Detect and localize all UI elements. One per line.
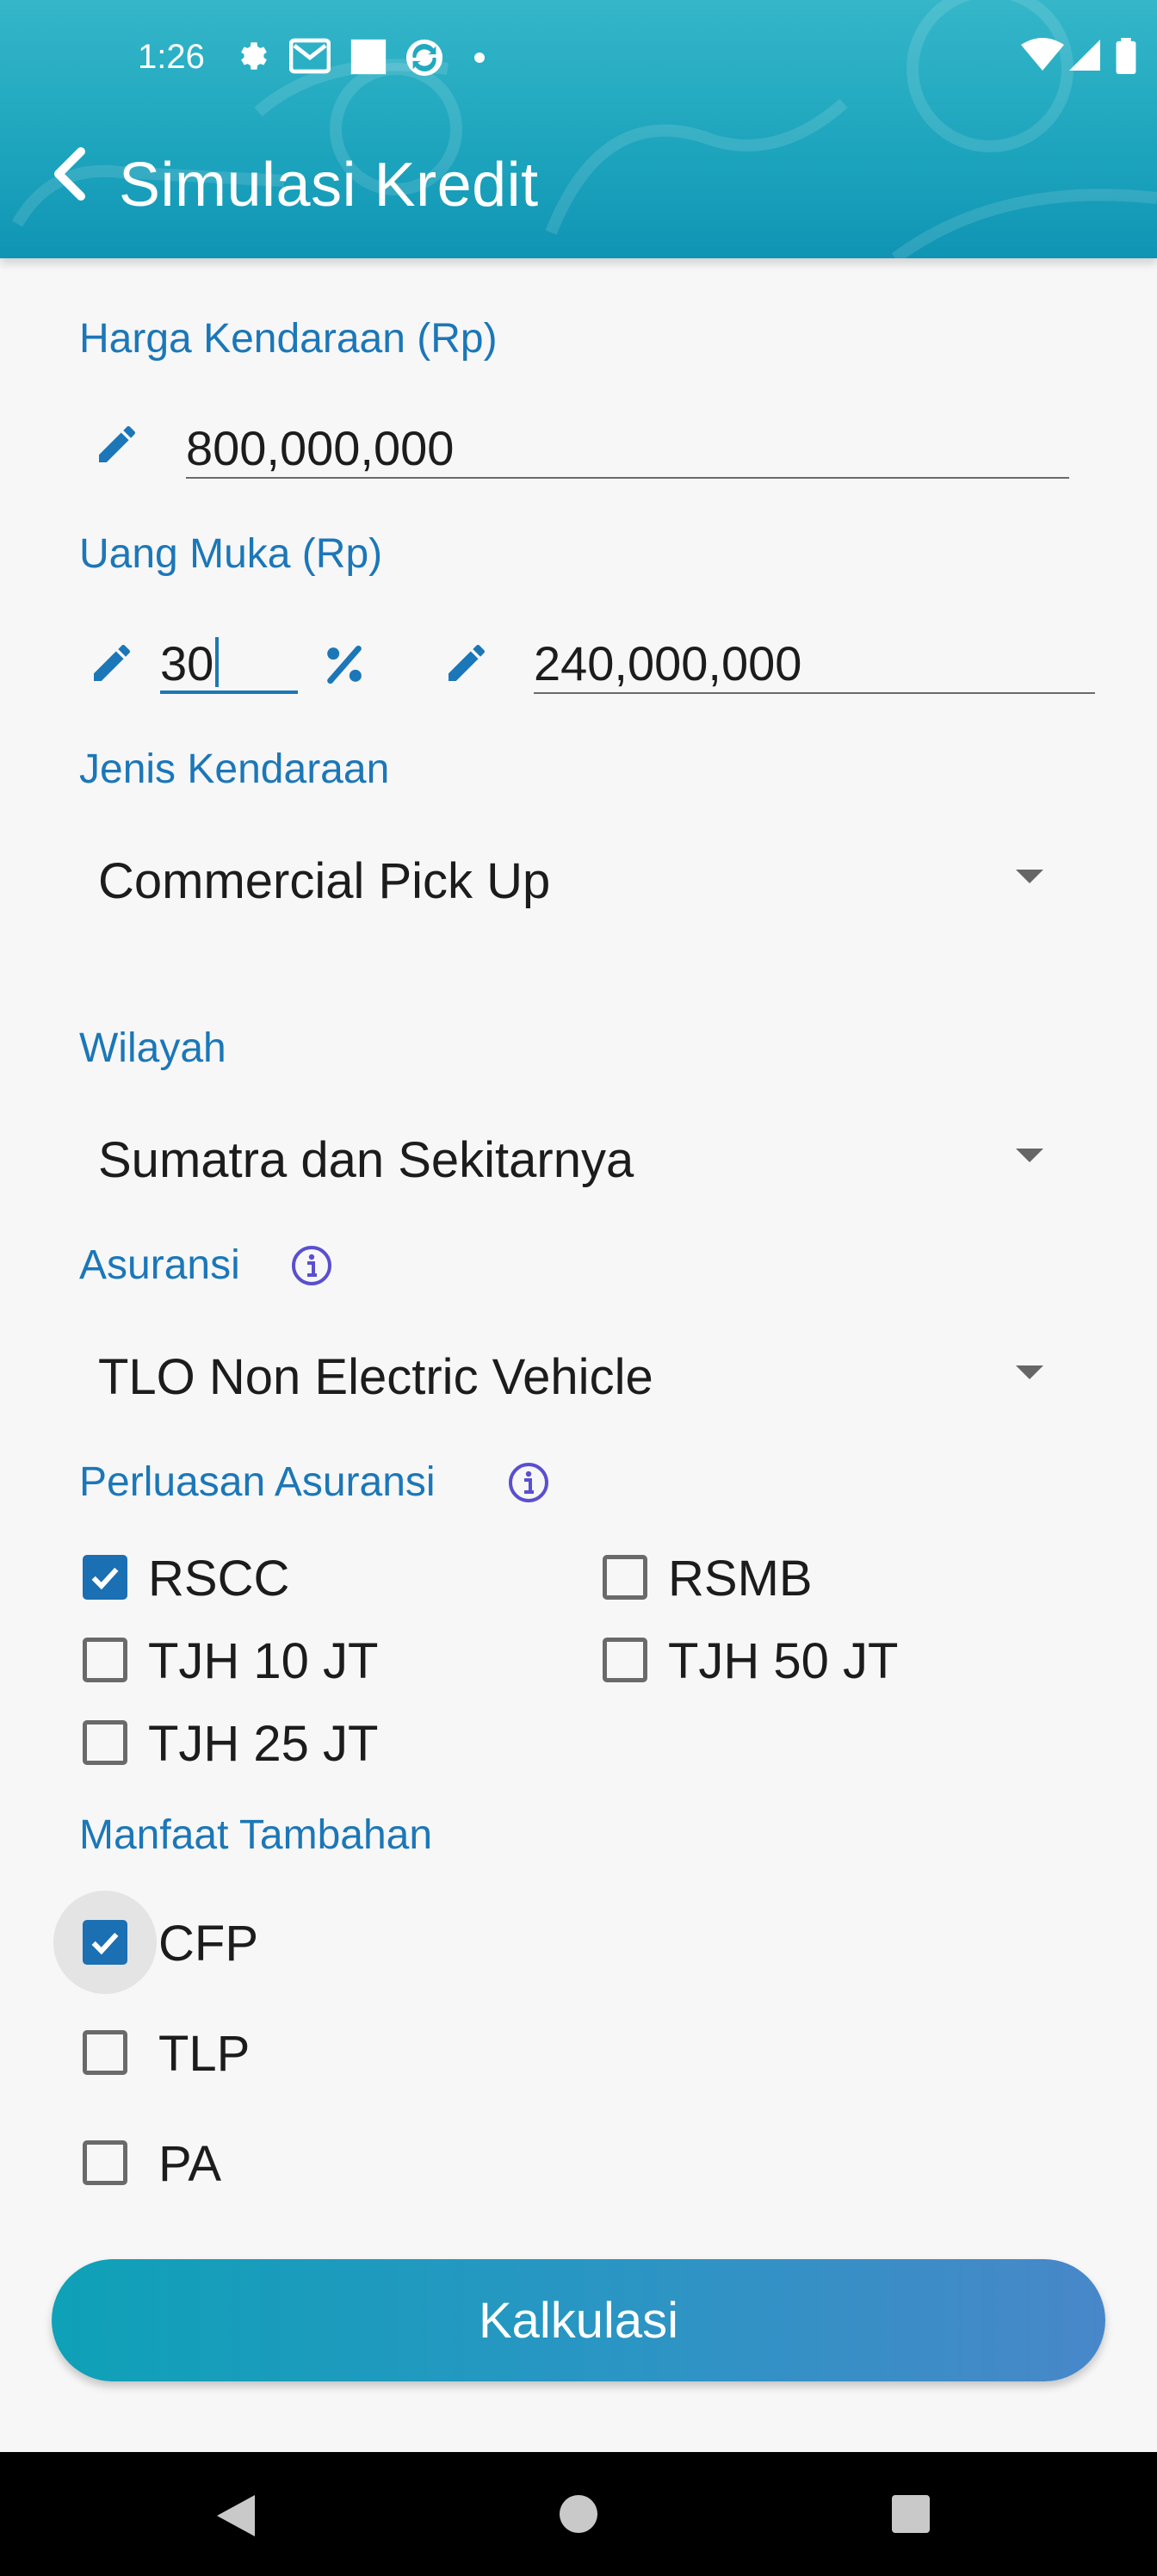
battery-icon	[1116, 38, 1136, 74]
asuransi-label: Asuransi	[79, 1242, 240, 1288]
info-icon[interactable]	[508, 1462, 549, 1503]
sync-icon	[405, 39, 443, 77]
pencil-icon	[94, 644, 131, 681]
dropdown-arrow-icon	[1016, 1365, 1043, 1379]
checkbox-label-cfp[interactable]: CFP	[158, 1915, 258, 1972]
page-title: Simulasi Kredit	[119, 151, 539, 220]
app-header: 1:26 Simulasi Kredit	[0, 0, 1157, 258]
dropdown-arrow-icon	[1016, 870, 1043, 883]
percent-icon	[327, 645, 362, 684]
nav-home-icon[interactable]	[560, 2495, 597, 2533]
dot-icon	[474, 53, 485, 63]
checkmark-icon	[91, 1567, 119, 1590]
asuransi-dropdown[interactable]: TLO Non Electric Vehicle	[79, 1331, 1043, 1417]
checkbox-rscc[interactable]	[83, 1555, 127, 1600]
jenis-kendaraan-label: Jenis Kendaraan	[79, 746, 390, 792]
uang-muka-label: Uang Muka (Rp)	[79, 531, 383, 577]
wifi-icon	[1021, 38, 1064, 71]
status-bar: 1:26	[0, 0, 1157, 117]
chevron-left-icon	[54, 147, 85, 201]
back-button[interactable]	[38, 143, 100, 205]
perluasan-asuransi-label: Perluasan Asuransi	[79, 1459, 436, 1505]
gear-icon	[241, 42, 267, 70]
info-icon[interactable]	[291, 1245, 332, 1286]
checkbox-tlp[interactable]	[83, 2030, 127, 2075]
checkbox-tjh-50jt[interactable]	[603, 1638, 647, 1682]
text-cursor	[215, 637, 220, 687]
nav-recents-icon[interactable]	[892, 2495, 930, 2533]
checkbox-label-tlp[interactable]: TLP	[158, 2025, 250, 2083]
checkbox-label-rsmb[interactable]: RSMB	[668, 1550, 813, 1607]
checkbox-label-tjh-10jt[interactable]: TJH 10 JT	[148, 1632, 379, 1690]
checkbox-pa[interactable]	[83, 2140, 127, 2185]
checkbox-tjh-10jt[interactable]	[83, 1638, 127, 1682]
asuransi-selected: TLO Non Electric Vehicle	[98, 1349, 653, 1405]
pencil-icon	[99, 425, 136, 462]
harga-input[interactable]: 800,000,000	[186, 417, 1069, 479]
uang-muka-percent-input[interactable]: 30	[160, 632, 298, 694]
checkbox-rsmb[interactable]	[603, 1555, 647, 1600]
wilayah-label: Wilayah	[79, 1025, 226, 1071]
system-nav-bar	[0, 2452, 1157, 2576]
signal-icon	[1069, 40, 1100, 71]
status-time: 1:26	[138, 38, 205, 76]
checkbox-label-tjh-25jt[interactable]: TJH 25 JT	[148, 1715, 379, 1773]
kalkulasi-button[interactable]: Kalkulasi	[52, 2259, 1105, 2381]
gmail-icon	[289, 38, 331, 74]
pencil-icon	[449, 644, 486, 681]
checkbox-label-tjh-50jt[interactable]: TJH 50 JT	[668, 1632, 899, 1690]
dropdown-arrow-icon	[1016, 1149, 1043, 1162]
checkbox-label-pa[interactable]: PA	[158, 2135, 221, 2193]
square-icon	[350, 39, 387, 75]
harga-label: Harga Kendaraan (Rp)	[79, 316, 498, 362]
jenis-kendaraan-selected: Commercial Pick Up	[98, 853, 551, 909]
manfaat-tambahan-label: Manfaat Tambahan	[79, 1812, 433, 1858]
uang-muka-percent-value: 30	[160, 636, 214, 690]
checkbox-tjh-25jt[interactable]	[83, 1720, 127, 1765]
uang-muka-amount-input[interactable]: 240,000,000	[534, 632, 1095, 694]
kalkulasi-button-label: Kalkulasi	[478, 2292, 679, 2349]
wilayah-selected: Sumatra dan Sekitarnya	[98, 1132, 634, 1188]
jenis-kendaraan-dropdown[interactable]: Commercial Pick Up	[79, 835, 1043, 921]
wilayah-dropdown[interactable]: Sumatra dan Sekitarnya	[79, 1114, 1043, 1200]
checkbox-cfp[interactable]	[83, 1920, 127, 1965]
nav-back-icon[interactable]	[217, 2495, 255, 2536]
checkmark-icon	[91, 1932, 119, 1955]
checkbox-label-rscc[interactable]: RSCC	[148, 1550, 289, 1607]
